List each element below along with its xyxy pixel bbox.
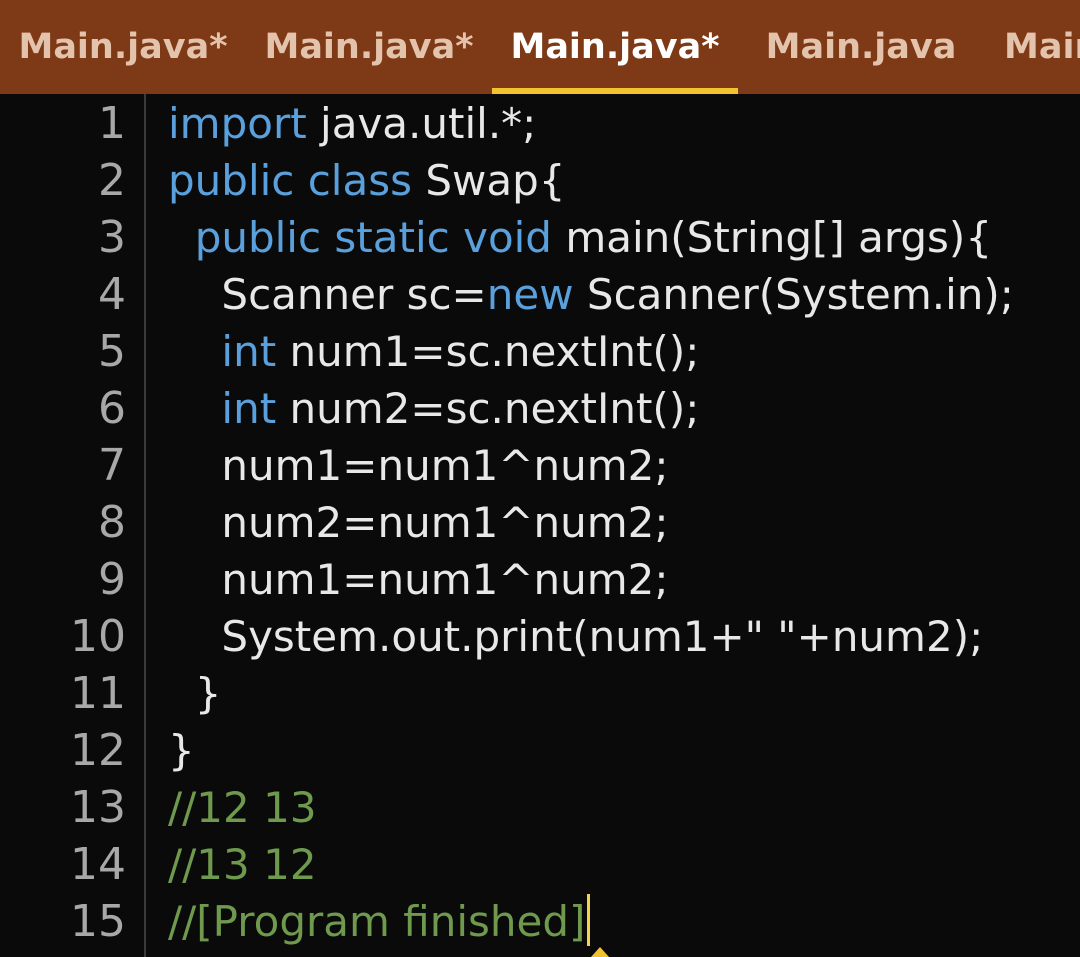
- code-text: Scanner sc=new Scanner(System.in);: [168, 266, 1014, 323]
- line-number: 10: [70, 611, 126, 662]
- text-cursor: [587, 894, 591, 946]
- tab-label: Main.java: [765, 27, 957, 67]
- code-line[interactable]: 1 import java.util.*;: [0, 95, 1080, 152]
- line-number: 4: [98, 269, 126, 320]
- line-number: 7: [98, 440, 126, 491]
- code-line[interactable]: 14 //13 12: [0, 836, 1080, 893]
- code-text: //[Program finished]: [168, 893, 591, 950]
- code-line[interactable]: 4 Scanner sc=new Scanner(System.in);: [0, 266, 1080, 323]
- keyword-token: import: [168, 99, 307, 148]
- code-line[interactable]: 11 }: [0, 665, 1080, 722]
- tab-main-java-4[interactable]: Main.java: [738, 0, 984, 94]
- code-token: System.out.print(num1+" "+num2);: [168, 612, 984, 661]
- line-number: 2: [98, 155, 126, 206]
- code-line[interactable]: 15 //[Program finished]: [0, 893, 1080, 950]
- line-number: 12: [70, 725, 126, 776]
- comment-token: //12 13: [168, 783, 317, 832]
- code-token: }: [168, 669, 222, 718]
- tab-bar: Main.java* Main.java* Main.java* Main.ja…: [0, 0, 1080, 94]
- code-token: num2=num1^num2;: [168, 498, 669, 547]
- code-text: import java.util.*;: [168, 95, 536, 152]
- code-line[interactable]: 5 int num1=sc.nextInt();: [0, 323, 1080, 380]
- code-token: Swap{: [411, 156, 566, 205]
- code-token: Scanner(System.in);: [573, 270, 1014, 319]
- code-line[interactable]: 9 num1=num1^num2;: [0, 551, 1080, 608]
- code-token: num1=num1^num2;: [168, 555, 669, 604]
- keyword-token: public static void: [194, 213, 552, 262]
- code-line[interactable]: 2 public class Swap{: [0, 152, 1080, 209]
- comment-token: //13 12: [168, 840, 317, 889]
- code-text: num1=num1^num2;: [168, 551, 669, 608]
- line-number: 1: [98, 98, 126, 149]
- line-number: 5: [98, 326, 126, 377]
- line-number: 9: [98, 554, 126, 605]
- line-number: 14: [70, 839, 126, 890]
- line-number: 11: [70, 668, 126, 719]
- line-number: 3: [98, 212, 126, 263]
- tab-label: Main: [1004, 27, 1080, 67]
- code-token: num1=num1^num2;: [168, 441, 669, 490]
- tab-label: Main.java*: [510, 27, 720, 67]
- code-text: int num1=sc.nextInt();: [168, 323, 699, 380]
- keyword-token: new: [486, 270, 574, 319]
- keyword-token: int: [221, 384, 277, 433]
- code-text: //13 12: [168, 836, 317, 893]
- comment-token: //[Program finished]: [168, 897, 586, 946]
- tab-label: Main.java*: [18, 27, 228, 67]
- code-line[interactable]: 8 num2=num1^num2;: [0, 494, 1080, 551]
- code-text: }: [168, 665, 222, 722]
- text-handle-icon[interactable]: [591, 947, 609, 957]
- tab-main-java-5[interactable]: Main: [984, 0, 1080, 94]
- keyword-token: int: [221, 327, 277, 376]
- line-number: 8: [98, 497, 126, 548]
- code-text: num2=num1^num2;: [168, 494, 669, 551]
- tab-main-java-2[interactable]: Main.java*: [246, 0, 492, 94]
- code-line[interactable]: 13 //12 13: [0, 779, 1080, 836]
- code-text: }: [168, 722, 195, 779]
- code-token: }: [168, 726, 195, 775]
- code-line[interactable]: 10 System.out.print(num1+" "+num2);: [0, 608, 1080, 665]
- code-token: main(String[] args){: [551, 213, 993, 262]
- code-text: System.out.print(num1+" "+num2);: [168, 608, 983, 665]
- code-token: Scanner sc=: [168, 270, 487, 319]
- line-number: 15: [70, 896, 126, 947]
- line-number: 6: [98, 383, 126, 434]
- code-token: num1=sc.nextInt();: [276, 327, 700, 376]
- tab-label: Main.java*: [264, 27, 474, 67]
- code-text: //12 13: [168, 779, 317, 836]
- code-text: int num2=sc.nextInt();: [168, 380, 699, 437]
- tab-main-java-1[interactable]: Main.java*: [0, 0, 246, 94]
- code-line[interactable]: 12}: [0, 722, 1080, 779]
- code-line[interactable]: 3 public static void main(String[] args)…: [0, 209, 1080, 266]
- code-text: public static void main(String[] args){: [168, 209, 992, 266]
- code-line[interactable]: 7 num1=num1^num2;: [0, 437, 1080, 494]
- code-editor[interactable]: 1 import java.util.*; 2 public class Swap{3…: [0, 94, 1080, 957]
- line-number: 13: [70, 782, 126, 833]
- code-token: num2=sc.nextInt();: [276, 384, 700, 433]
- code-token: java.util.*;: [306, 99, 537, 148]
- tab-main-java-3-active[interactable]: Main.java*: [492, 0, 738, 94]
- code-text: public class Swap{: [168, 152, 565, 209]
- code-text: num1=num1^num2;: [168, 437, 669, 494]
- keyword-token: public class: [168, 156, 412, 205]
- code-line[interactable]: 6 int num2=sc.nextInt();: [0, 380, 1080, 437]
